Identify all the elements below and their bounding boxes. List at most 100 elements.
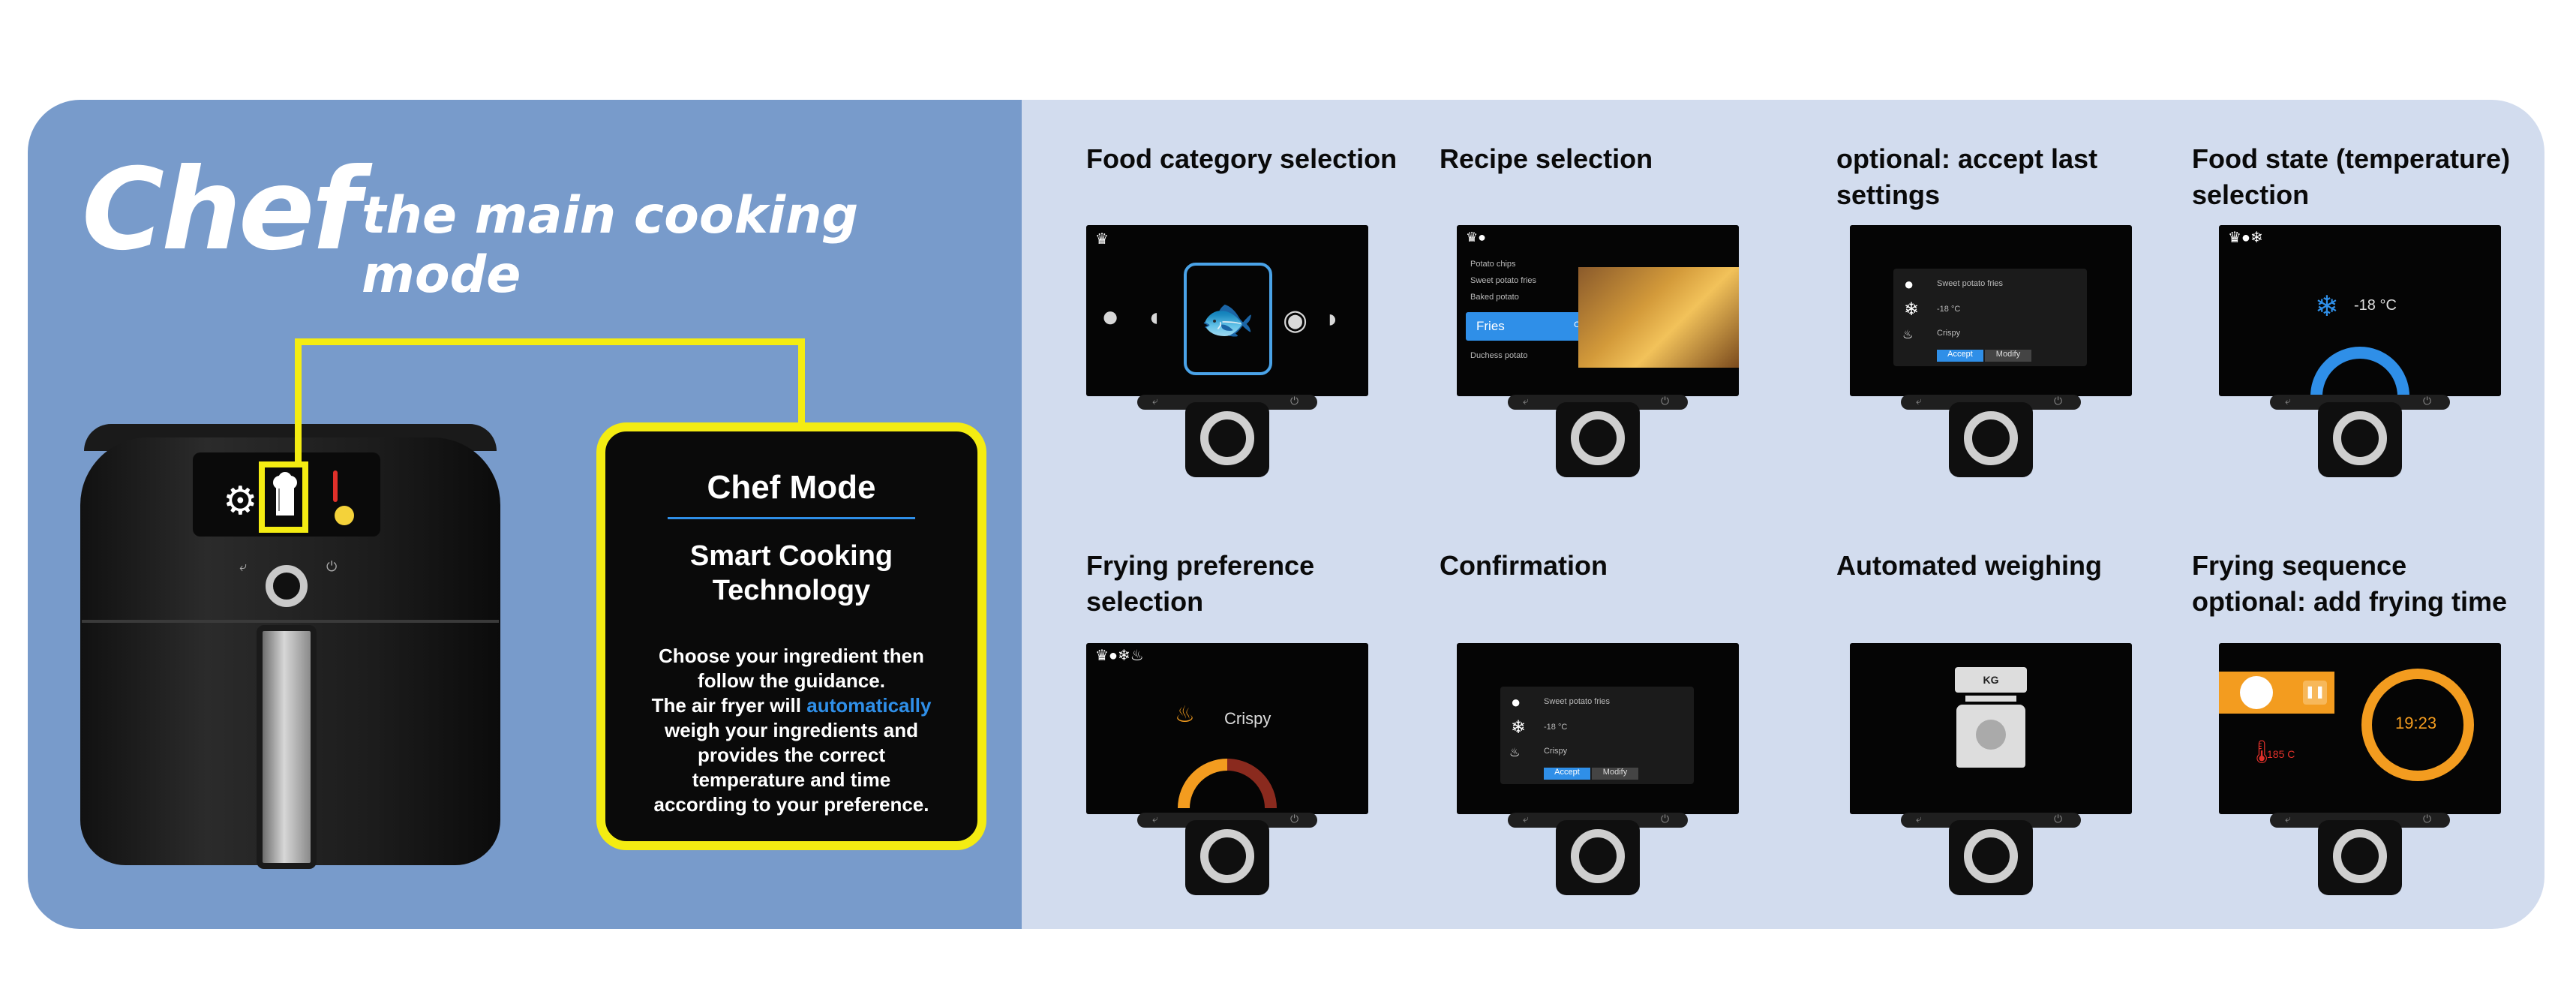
highlight-line-right [798, 338, 805, 427]
step-screen-recipe: ♛● Potato chips Sweet potato fries Baked… [1457, 225, 1739, 396]
back-icon[interactable]: ⤶ [1916, 813, 1922, 825]
power-icon[interactable]: ⏻ [1290, 395, 1299, 407]
step-screen-frying-preference: ♛●❄♨ ♨ Crispy [1086, 643, 1368, 814]
title-line: optional: accept last [1836, 143, 2098, 174]
preference-arc[interactable] [1175, 739, 1280, 814]
title-line: optional: add frying time [2192, 586, 2507, 617]
title-line: selection [1086, 586, 1204, 617]
chef-mode-heading: Chef Mode [707, 469, 876, 506]
step-title: Automated weighing [1836, 550, 2102, 581]
back-icon[interactable]: ⤶ [1152, 395, 1158, 407]
recipe-item[interactable]: Duchess potato [1470, 351, 1527, 360]
chef-mode-subheading: Smart Cooking Technology [605, 539, 977, 608]
settings-temp: -18 °C [1544, 723, 1568, 732]
back-icon[interactable]: ⤶ [1152, 813, 1158, 825]
fryer-handle [257, 625, 317, 869]
control-dial[interactable] [1949, 820, 2033, 895]
pan-icon: ♨ [1175, 702, 1195, 727]
scale-dial [1976, 720, 2006, 750]
fish-icon: 🐟 [1200, 295, 1255, 344]
fries-photo [1578, 267, 1739, 368]
modify-button[interactable]: Modify [1592, 768, 1638, 780]
power-icon[interactable]: ⏻ [2423, 813, 2431, 825]
selected-recipe-label: Fries [1476, 319, 1505, 333]
food-icon: ◖ [1146, 303, 1162, 332]
back-icon[interactable]: ⤶ [1916, 395, 1922, 407]
desc-line: temperature and time [692, 768, 891, 791]
chef-subtitle: the main cooking mode [362, 186, 859, 305]
recipe-item[interactable]: Sweet potato fries [1470, 276, 1536, 285]
control-dial[interactable] [1185, 820, 1269, 895]
left-panel: Chef the main cooking mode ⚙ ⤶ ⏻ Chef Mo… [28, 100, 1022, 929]
temperature-value: -18 °C [2354, 297, 2397, 314]
title-line: Food state (temperature) [2192, 143, 2511, 174]
desc-line: The air fryer will [651, 694, 807, 717]
power-icon[interactable]: ⏻ [2054, 395, 2062, 407]
desc-line: provides the correct [698, 744, 885, 766]
back-icon[interactable]: ⤶ [2285, 395, 2291, 407]
power-icon: ⏻ [326, 559, 338, 574]
chef-mode-description: Choose your ingredient then follow the g… [605, 644, 977, 817]
step-title: Food category selection [1086, 143, 1398, 174]
chef-hat-icon: ♛● [1466, 230, 1487, 245]
step-title: Recipe selection [1440, 143, 1653, 174]
power-icon[interactable]: ⏻ [2054, 813, 2062, 825]
food-icon: ◉ [1283, 305, 1308, 336]
control-dial[interactable] [1556, 820, 1640, 895]
step-screen-food-state: ♛●❄ ❄ -18 °C [2219, 225, 2501, 396]
settings-pref: Crispy [1937, 329, 1961, 338]
control-dial[interactable] [2318, 402, 2402, 477]
highlight-line-top [295, 338, 805, 345]
step-screen-last-settings: ● Sweet potato fries ❄ -18 °C ♨ Crispy A… [1850, 225, 2132, 396]
control-dial[interactable] [1185, 402, 1269, 477]
control-dial[interactable] [1556, 402, 1640, 477]
step-title: Frying preference selection [1086, 548, 1314, 620]
power-icon[interactable]: ⏻ [1661, 395, 1669, 407]
chef-mode-box: Chef Mode Smart Cooking Technology Choos… [596, 422, 986, 850]
chef-hat-icon: ♛ [1095, 231, 1109, 248]
back-icon[interactable]: ⤶ [1523, 813, 1529, 825]
desc-line: follow the guidance. [698, 669, 885, 692]
control-dial[interactable] [2318, 820, 2402, 895]
settings-temp: -18 °C [1937, 305, 1961, 314]
accept-button[interactable]: Accept [1544, 768, 1590, 780]
modify-button[interactable]: Modify [1985, 350, 2031, 362]
title-line: selection [2192, 179, 2310, 210]
title-line: settings [1836, 179, 1941, 210]
step-title: Frying sequence optional: add frying tim… [2192, 548, 2507, 620]
frying-temp: 185 C [2267, 748, 2295, 760]
settings-card: ● Sweet potato fries ❄ -18 °C ♨ Crispy A… [1500, 687, 1694, 784]
weights: KG [1955, 667, 2027, 693]
selected-recipe[interactable]: Fries OK [1466, 312, 1593, 341]
back-icon[interactable]: ⤶ [2285, 813, 2291, 825]
chef-title: Chef [82, 145, 361, 275]
food-icon: ● [1511, 693, 1521, 711]
food-icon: ◗ [1325, 305, 1341, 333]
back-icon: ⤶ [239, 559, 248, 574]
settings-pref: Crispy [1544, 747, 1568, 756]
step-screen-confirmation: ● Sweet potato fries ❄ -18 °C ♨ Crispy A… [1457, 643, 1739, 814]
recipe-item[interactable]: Potato chips [1470, 260, 1516, 269]
pause-icon[interactable]: ❚❚ [2303, 681, 2327, 705]
back-icon[interactable]: ⤶ [1523, 395, 1529, 407]
step-screen-food-category: ♛ ● ◖ 🐟 ◉ ◗ [1086, 225, 1368, 396]
power-icon[interactable]: ⏻ [1290, 813, 1299, 825]
power-icon[interactable]: ⏻ [1661, 813, 1669, 825]
chef-hat-icon: ♛●❄ [2228, 230, 2263, 246]
divider [668, 517, 915, 519]
scale-body [1956, 705, 2025, 768]
power-icon[interactable]: ⏻ [2423, 395, 2431, 407]
kg-label: KG [1983, 674, 1999, 686]
accept-button[interactable]: Accept [1937, 350, 1983, 362]
desc-line: according to your preference. [653, 793, 929, 816]
scale-plate [1965, 696, 2016, 702]
snowflake-icon: ❄ [1904, 299, 1920, 320]
temperature-arc[interactable] [2307, 327, 2412, 396]
remaining-time: 19:23 [2395, 714, 2437, 732]
banner: Chef the main cooking mode ⚙ ⤶ ⏻ Chef Mo… [28, 100, 2544, 929]
title-line: Frying sequence [2192, 550, 2407, 581]
desc-line: weigh your ingredients and [664, 719, 919, 741]
settings-food: Sweet potato fries [1544, 697, 1611, 706]
control-dial[interactable] [1949, 402, 2033, 477]
recipe-item[interactable]: Baked potato [1470, 293, 1519, 302]
